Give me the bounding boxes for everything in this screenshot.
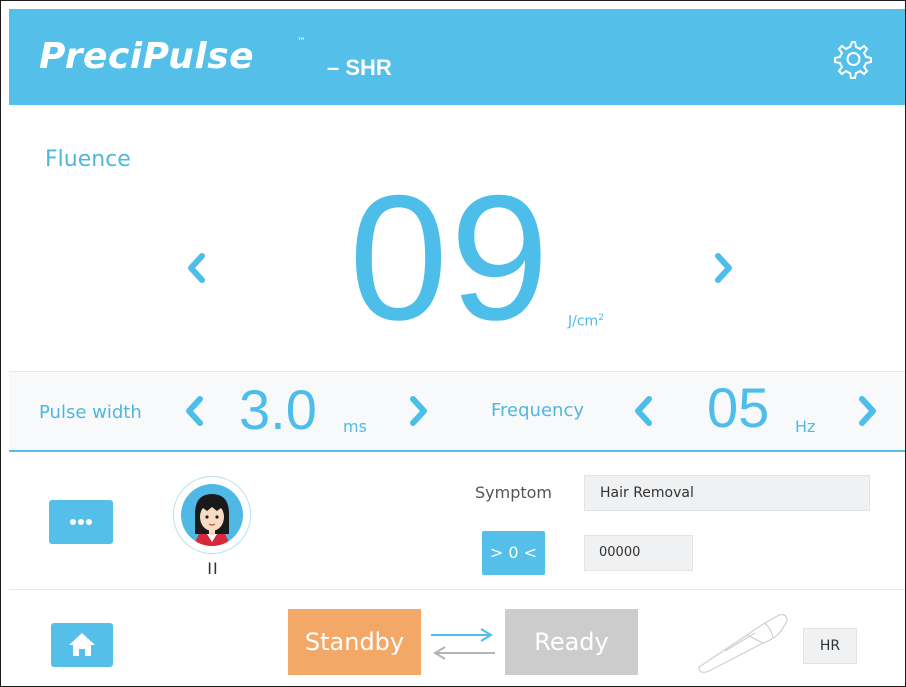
frequency-decrease-button[interactable] (631, 394, 655, 428)
standby-button[interactable]: Standby (288, 609, 421, 675)
handpiece-type-badge[interactable]: HR (803, 628, 857, 664)
mode-switch-arrows-icon (431, 628, 495, 660)
header-bar: PreciPulse ™ – SHR (9, 9, 905, 105)
fluence-value: 09 (349, 158, 551, 357)
avatar-face-icon (193, 494, 231, 546)
more-options-button[interactable] (49, 500, 113, 544)
frequency-label: Frequency (491, 400, 584, 421)
symptom-select[interactable]: Hair Removal (584, 475, 870, 511)
section-divider (9, 589, 905, 590)
pulse-width-label: Pulse width (39, 402, 142, 423)
app-window: PreciPulse ™ – SHR Fluence 09 J/cm2 Puls… (0, 0, 906, 687)
frequency-increase-button[interactable] (856, 394, 880, 428)
fluence-unit: J/cm2 (568, 313, 604, 330)
gear-icon[interactable] (831, 38, 873, 80)
shot-counter: 00000 (584, 535, 693, 571)
ellipsis-icon (70, 519, 92, 525)
frequency-value: 05 (707, 376, 770, 439)
avatar (181, 484, 243, 546)
home-button[interactable] (51, 623, 113, 667)
pulse-width-value: 3.0 (239, 378, 317, 441)
skin-type-label: II (207, 559, 219, 578)
brand-logo: PreciPulse (39, 36, 255, 77)
trademark-symbol: ™ (297, 37, 306, 47)
fluence-increase-button[interactable] (712, 251, 736, 285)
pulse-width-unit: ms (343, 417, 367, 436)
pulse-width-decrease-button[interactable] (182, 394, 206, 428)
reset-counter-button[interactable]: > 0 < (482, 531, 545, 575)
pulse-width-increase-button[interactable] (407, 394, 431, 428)
model-name: – SHR (327, 55, 392, 80)
home-icon (69, 633, 95, 656)
fluence-label: Fluence (45, 147, 131, 172)
frequency-unit: Hz (795, 417, 816, 436)
parameter-band: Pulse width 3.0 ms Frequency 05 Hz (9, 371, 905, 452)
symptom-label: Symptom (475, 483, 553, 502)
fluence-decrease-button[interactable] (184, 251, 208, 285)
fluence-unit-text: J/cm (568, 313, 599, 330)
ready-button[interactable]: Ready (505, 609, 638, 675)
fluence-unit-exponent: 2 (598, 313, 604, 323)
handpiece-icon (698, 614, 788, 673)
